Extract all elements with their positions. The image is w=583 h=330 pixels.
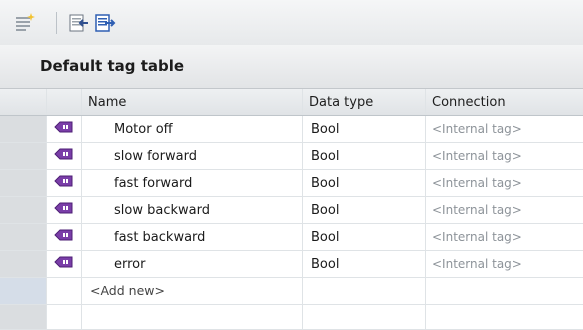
tag-table-title: Default tag table	[40, 57, 184, 75]
add-new-row[interactable]: <Add new>	[0, 278, 583, 305]
tag-table-header: Default tag table	[0, 45, 583, 89]
row-selector[interactable]	[0, 251, 47, 278]
tag-icon	[47, 251, 82, 278]
connection-cell[interactable]: <Internal tag>	[426, 251, 583, 278]
empty-cell	[303, 305, 426, 330]
data-type-cell[interactable]: Bool	[303, 143, 426, 170]
row-selector[interactable]	[0, 197, 47, 224]
column-header-data-type[interactable]: Data type	[303, 89, 426, 116]
row-selector[interactable]	[0, 143, 47, 170]
row-selector-header[interactable]	[0, 89, 47, 116]
table-row[interactable]: slow backward Bool <Internal tag>	[0, 197, 583, 224]
data-type-cell[interactable]: Bool	[303, 224, 426, 251]
tag-name-cell[interactable]: Motor off	[82, 116, 303, 143]
row-selector[interactable]	[0, 224, 47, 251]
column-header-row: Name Data type Connection	[0, 89, 583, 116]
tag-name-cell[interactable]: slow forward	[82, 143, 303, 170]
table-row[interactable]: slow forward Bool <Internal tag>	[0, 143, 583, 170]
table-row[interactable]: fast backward Bool <Internal tag>	[0, 224, 583, 251]
connection-cell[interactable]: <Internal tag>	[426, 116, 583, 143]
tag-name-cell[interactable]: fast backward	[82, 224, 303, 251]
toolbar	[0, 0, 583, 46]
tag-icon	[47, 170, 82, 197]
column-header-connection[interactable]: Connection	[426, 89, 583, 116]
data-type-cell[interactable]: Bool	[303, 197, 426, 224]
empty-row	[0, 305, 583, 330]
insert-row-icon[interactable]	[14, 12, 36, 34]
tag-name-cell[interactable]: fast forward	[82, 170, 303, 197]
empty-cell	[426, 305, 583, 330]
empty-icon-cell	[47, 278, 82, 305]
table-row[interactable]: fast forward Bool <Internal tag>	[0, 170, 583, 197]
tag-icon	[47, 224, 82, 251]
table-row[interactable]: Motor off Bool <Internal tag>	[0, 116, 583, 143]
tag-name-cell[interactable]: slow backward	[82, 197, 303, 224]
row-selector[interactable]	[0, 116, 47, 143]
empty-cell[interactable]	[303, 278, 426, 305]
data-type-cell[interactable]: Bool	[303, 251, 426, 278]
column-header-name[interactable]: Name	[82, 89, 303, 116]
import-icon[interactable]	[68, 12, 90, 34]
empty-icon-cell	[47, 305, 82, 330]
connection-cell[interactable]: <Internal tag>	[426, 170, 583, 197]
tag-icon	[47, 143, 82, 170]
icon-column-header	[47, 89, 82, 116]
connection-cell[interactable]: <Internal tag>	[426, 143, 583, 170]
export-icon[interactable]	[94, 12, 116, 34]
row-selector	[0, 305, 47, 330]
empty-cell	[82, 305, 303, 330]
table-row[interactable]: error Bool <Internal tag>	[0, 251, 583, 278]
data-type-cell[interactable]: Bool	[303, 170, 426, 197]
connection-cell[interactable]: <Internal tag>	[426, 197, 583, 224]
add-new-cell[interactable]: <Add new>	[82, 278, 303, 305]
tag-name-cell[interactable]: error	[82, 251, 303, 278]
tag-icon	[47, 116, 82, 143]
row-selector[interactable]	[0, 278, 47, 305]
empty-cell[interactable]	[426, 278, 583, 305]
data-type-cell[interactable]: Bool	[303, 116, 426, 143]
tag-table: Name Data type Connection Motor off Bool…	[0, 89, 583, 330]
connection-cell[interactable]: <Internal tag>	[426, 224, 583, 251]
tag-icon	[47, 197, 82, 224]
toolbar-separator	[56, 12, 57, 34]
row-selector[interactable]	[0, 170, 47, 197]
